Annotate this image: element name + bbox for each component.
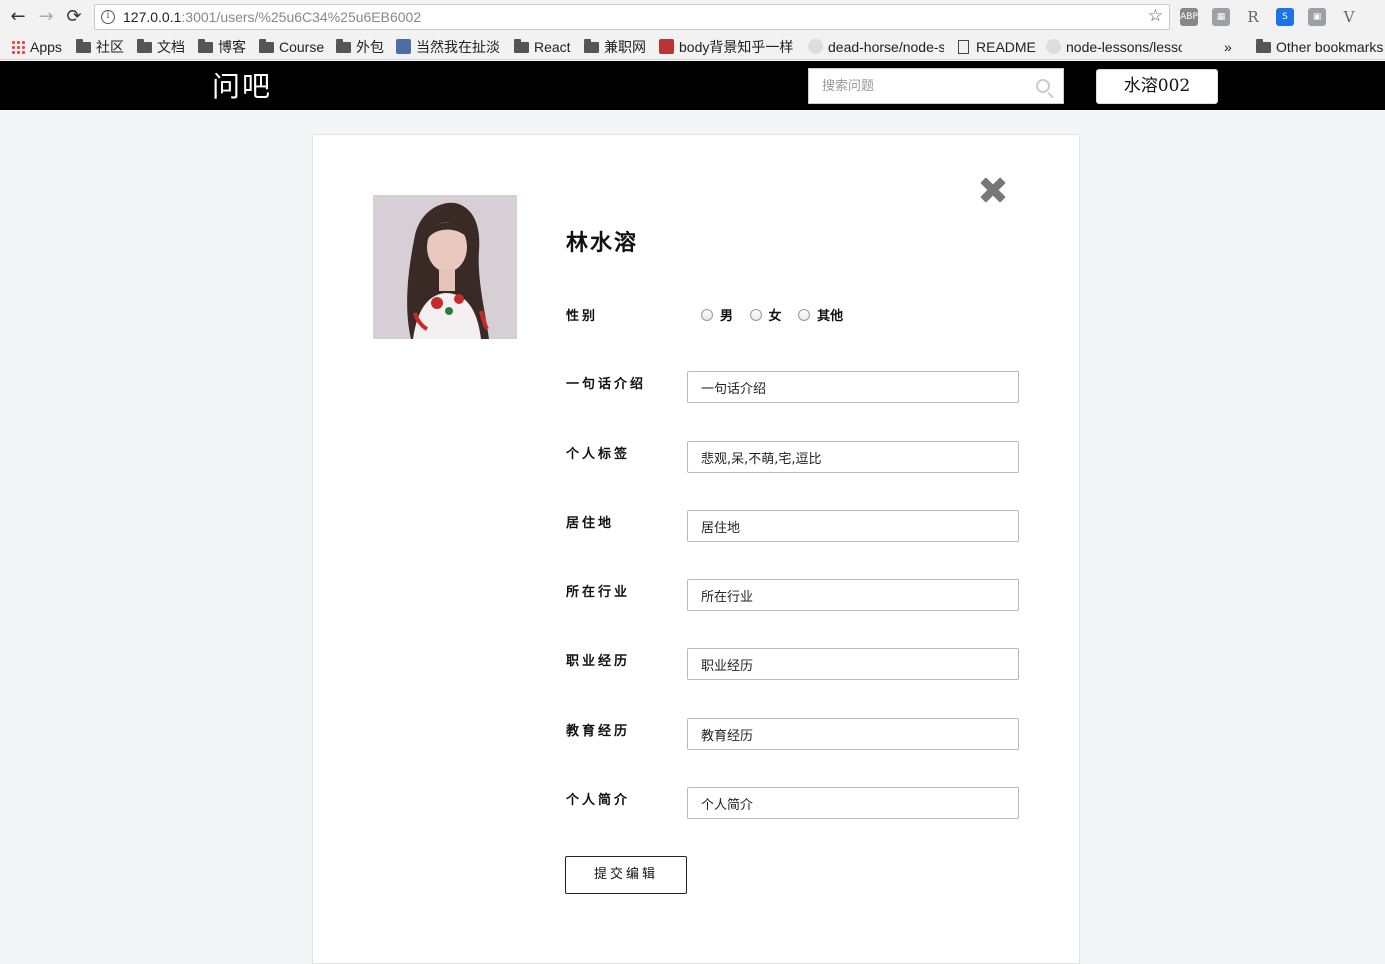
bookmark-item[interactable]: node-lessons/lesso [1046, 37, 1182, 57]
url-path: :3001/users/%25u6C34%25u6EB6002 [181, 9, 422, 25]
bookmark-label: 外包 [356, 39, 384, 55]
site-logo[interactable]: 问吧 [212, 65, 272, 105]
browser-toolbar: ← → ⟳ i 127.0.0.1:3001/users/%25u6C34%25… [0, 0, 1385, 34]
avatar [373, 195, 517, 339]
tags-input[interactable] [687, 441, 1019, 473]
back-arrow-icon[interactable]: ← [9, 8, 27, 26]
site-favicon-icon [659, 39, 674, 54]
bookmark-label: 当然我在扯淡 [416, 39, 500, 55]
headline-label: 一句话介绍 [566, 377, 647, 392]
bookmark-item[interactable]: body背景知乎一样 [659, 37, 793, 57]
folder-icon [76, 39, 91, 53]
folder-icon [514, 39, 529, 53]
bookmark-label: 兼职网 [604, 39, 646, 55]
industry-input[interactable] [687, 579, 1019, 611]
bookmark-label: dead-horse/node-s [828, 39, 944, 55]
radio-button[interactable] [749, 309, 762, 321]
avatar-portrait [373, 195, 517, 339]
bookmark-item[interactable]: 当然我在扯淡 [396, 37, 500, 57]
radio-button[interactable] [798, 309, 811, 321]
bookmark-label: 社区 [96, 39, 124, 55]
site-info-icon[interactable]: i [101, 10, 115, 24]
bookmarks-bar: Apps 社区 文档 博客 Course 外包 当然我在扯淡 React 兼职网… [0, 34, 1385, 60]
user-menu-button[interactable]: 水溶002 [1096, 69, 1218, 104]
residence-input[interactable] [687, 510, 1019, 542]
gender-radio-group: 男 女 其他 [701, 305, 855, 324]
search-icon[interactable] [1036, 79, 1050, 93]
profile-edit-card: 林水溶 性别 男 女 其他 一句话介绍 个人标签 居住地 所在行业 职业经历 教… [312, 134, 1080, 964]
gender-option-label: 女 [768, 309, 782, 324]
gender-option-label: 男 [720, 309, 734, 324]
bookmark-star-icon[interactable]: ☆ [1148, 6, 1163, 26]
residence-label: 居住地 [566, 516, 615, 531]
document-icon [958, 40, 969, 54]
bookmark-label: body背景知乎一样 [679, 39, 794, 55]
bookmark-label: node-lessons/lesso [1066, 39, 1182, 55]
tags-label: 个人标签 [566, 447, 631, 462]
image-extension-icon[interactable]: ▦ [1212, 8, 1230, 26]
github-icon [1046, 39, 1061, 54]
bookmark-label: React [534, 39, 571, 55]
forward-arrow-icon[interactable]: → [37, 8, 55, 26]
other-bookmarks[interactable]: Other bookmarks [1256, 37, 1383, 57]
industry-label: 所在行业 [566, 585, 631, 600]
bookmark-label: Other bookmarks [1276, 39, 1384, 55]
bookmark-label: Apps [30, 39, 62, 55]
bookmark-label: Course [279, 39, 325, 55]
education-label: 教育经历 [566, 724, 631, 739]
folder-icon [137, 39, 152, 53]
search-input[interactable] [809, 69, 1029, 103]
bio-label: 个人简介 [566, 793, 631, 808]
bookmark-item[interactable]: 博客 [198, 37, 246, 57]
reload-icon[interactable]: ⟳ [65, 8, 83, 26]
gender-option-other[interactable]: 其他 [798, 309, 843, 324]
bookmark-item[interactable]: React [514, 37, 571, 57]
bookmark-item[interactable]: 社区 [76, 37, 124, 57]
folder-icon [198, 39, 213, 53]
site-header: 问吧 水溶002 [0, 61, 1385, 110]
bookmarks-overflow-button[interactable]: » [1224, 37, 1232, 57]
submit-edit-button[interactable]: 提交编辑 [565, 856, 687, 894]
bookmark-label: 博客 [218, 39, 246, 55]
address-bar[interactable]: i 127.0.0.1:3001/users/%25u6C34%25u6EB60… [94, 4, 1170, 30]
bookmark-item[interactable]: 外包 [336, 37, 384, 57]
education-input[interactable] [687, 718, 1019, 750]
profile-name: 林水溶 [566, 230, 639, 256]
close-icon[interactable] [978, 175, 1008, 205]
s-extension-icon[interactable]: S [1276, 8, 1294, 26]
headline-input[interactable] [687, 371, 1019, 403]
gender-option-male[interactable]: 男 [701, 309, 733, 324]
bookmark-apps[interactable]: Apps [11, 37, 62, 57]
bookmark-item[interactable]: dead-horse/node-s [808, 37, 944, 57]
bio-input[interactable] [687, 787, 1019, 819]
folder-icon [259, 39, 274, 53]
site-favicon-icon [396, 39, 411, 54]
folder-icon [1256, 39, 1271, 53]
adblock-icon[interactable]: ABP [1180, 8, 1198, 26]
url-text: 127.0.0.1:3001/users/%25u6C34%25u6EB6002 [123, 9, 421, 25]
apps-grid-icon [11, 40, 25, 54]
r-extension-icon[interactable]: R [1244, 8, 1262, 26]
bookmark-item[interactable]: README [958, 37, 1036, 57]
search-box [808, 68, 1064, 104]
bookmark-item[interactable]: Course [259, 37, 324, 57]
v-extension-icon[interactable]: V [1340, 8, 1358, 26]
radio-button[interactable] [701, 309, 713, 321]
github-icon [808, 39, 823, 54]
folder-icon [336, 39, 351, 53]
bookmark-item[interactable]: 文档 [137, 37, 185, 57]
gender-label: 性别 [566, 309, 599, 324]
folder-icon [584, 39, 599, 53]
bookmark-label: 文档 [157, 39, 185, 55]
career-label: 职业经历 [566, 654, 631, 669]
gender-option-female[interactable]: 女 [749, 309, 782, 324]
career-input[interactable] [687, 648, 1019, 680]
bookmark-label: README [976, 39, 1036, 55]
window-extension-icon[interactable]: ▣ [1308, 8, 1326, 26]
gender-option-label: 其他 [817, 309, 844, 324]
bookmark-item[interactable]: 兼职网 [584, 37, 646, 57]
url-host: 127.0.0.1 [123, 9, 182, 25]
